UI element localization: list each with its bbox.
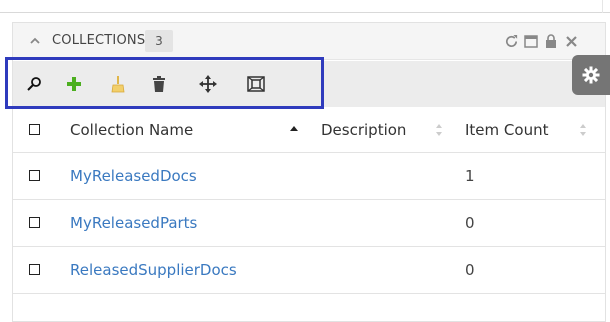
sort-icon[interactable] xyxy=(578,123,588,137)
collection-name-link[interactable]: MyReleasedDocs xyxy=(70,167,197,185)
panel-header: COLLECTIONS 3 xyxy=(13,23,605,60)
table-row[interactable]: MyReleasedParts 0 xyxy=(13,200,605,247)
collection-name-link[interactable]: MyReleasedParts xyxy=(70,214,197,232)
maximize-icon[interactable] xyxy=(523,33,539,49)
table-header-row: Collection Name Description Item Count xyxy=(13,107,605,153)
column-header-item-count[interactable]: Item Count xyxy=(465,121,548,139)
table-row[interactable]: ReleasedSupplierDocs 0 xyxy=(13,247,605,294)
row-checkbox[interactable] xyxy=(29,264,40,275)
top-strip xyxy=(0,0,610,13)
close-icon[interactable] xyxy=(563,33,579,49)
window-controls xyxy=(503,33,579,49)
panel-title: COLLECTIONS xyxy=(52,33,146,48)
item-count: 1 xyxy=(465,167,475,185)
column-header-description[interactable]: Description xyxy=(321,121,406,139)
row-checkbox[interactable] xyxy=(29,217,40,228)
item-count: 0 xyxy=(465,214,475,232)
row-checkbox[interactable] xyxy=(29,170,40,181)
collection-name-link[interactable]: ReleasedSupplierDocs xyxy=(70,261,237,279)
item-count: 0 xyxy=(465,261,475,279)
sort-icon[interactable] xyxy=(434,123,444,137)
sort-ascending-icon[interactable] xyxy=(289,123,299,137)
toolbar-highlight-box xyxy=(5,57,324,109)
gear-icon xyxy=(582,66,600,84)
settings-tab[interactable] xyxy=(572,55,610,95)
chevron-up-icon[interactable] xyxy=(29,35,41,47)
count-badge: 3 xyxy=(145,30,173,52)
collections-table: Collection Name Description Item Count M… xyxy=(13,107,605,294)
table-row[interactable]: MyReleasedDocs 1 xyxy=(13,153,605,200)
column-header-name[interactable]: Collection Name xyxy=(70,121,193,139)
lock-icon[interactable] xyxy=(543,33,559,49)
select-all-checkbox[interactable] xyxy=(29,123,40,135)
refresh-icon[interactable] xyxy=(503,33,519,49)
